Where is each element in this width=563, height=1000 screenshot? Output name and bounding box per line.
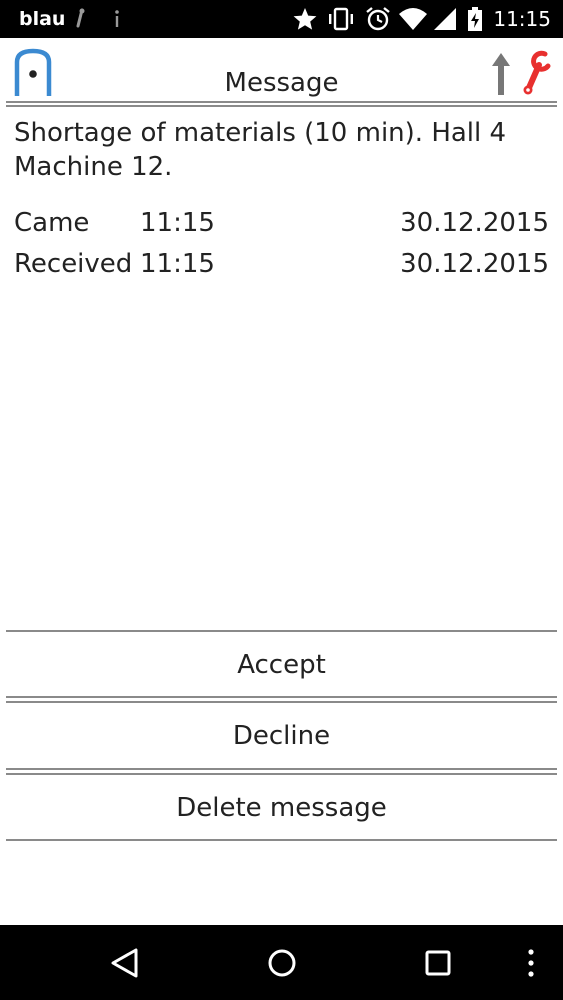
decline-button[interactable]: Decline <box>6 705 557 767</box>
detail-date: 30.12.2015 <box>400 249 549 279</box>
battery-charging-icon <box>468 7 482 31</box>
detail-label: Received <box>14 249 133 279</box>
page-title: Message <box>224 68 339 98</box>
detail-date: 30.12.2015 <box>400 208 549 238</box>
button-divider <box>6 773 557 775</box>
detail-label: Came <box>14 208 90 238</box>
vibrate-icon <box>329 7 353 31</box>
carrier-name: blau <box>19 8 66 30</box>
header-divider-top <box>6 101 557 103</box>
message-text: Shortage of materials (10 min). Hall 4 M… <box>14 118 507 182</box>
back-icon[interactable] <box>110 947 140 979</box>
app-header: Message <box>0 38 563 108</box>
screen: blau 11:15 Message Shortage of materials… <box>0 0 563 1000</box>
status-bar: blau 11:15 <box>0 0 563 38</box>
detail-row-came: Came 11:15 30.12.2015 <box>14 205 549 241</box>
accept-button[interactable]: Accept <box>6 634 557 696</box>
delete-message-button[interactable]: Delete message <box>6 777 557 839</box>
button-divider <box>6 839 557 841</box>
header-divider-bottom <box>6 105 557 107</box>
wifi-icon <box>399 8 427 30</box>
star-icon <box>293 8 317 30</box>
home-icon[interactable] <box>266 947 298 979</box>
wrench-notification-icon <box>76 8 85 28</box>
info-notification-icon <box>115 10 119 27</box>
button-divider <box>6 696 557 698</box>
button-divider <box>6 630 557 632</box>
detail-row-received: Received 11:15 30.12.2015 <box>14 246 549 282</box>
recents-icon[interactable] <box>423 947 453 979</box>
navigation-bar <box>0 925 563 1000</box>
button-divider <box>6 768 557 770</box>
detail-time: 11:15 <box>140 249 215 279</box>
wrench-icon[interactable] <box>520 50 554 96</box>
overflow-menu-icon[interactable] <box>525 947 537 979</box>
status-clock: 11:15 <box>493 7 551 31</box>
detail-time: 11:15 <box>140 208 215 238</box>
alarm-icon <box>366 7 390 31</box>
upload-arrow-icon[interactable] <box>490 52 512 96</box>
button-divider <box>6 701 557 703</box>
signal-icon <box>434 8 456 30</box>
